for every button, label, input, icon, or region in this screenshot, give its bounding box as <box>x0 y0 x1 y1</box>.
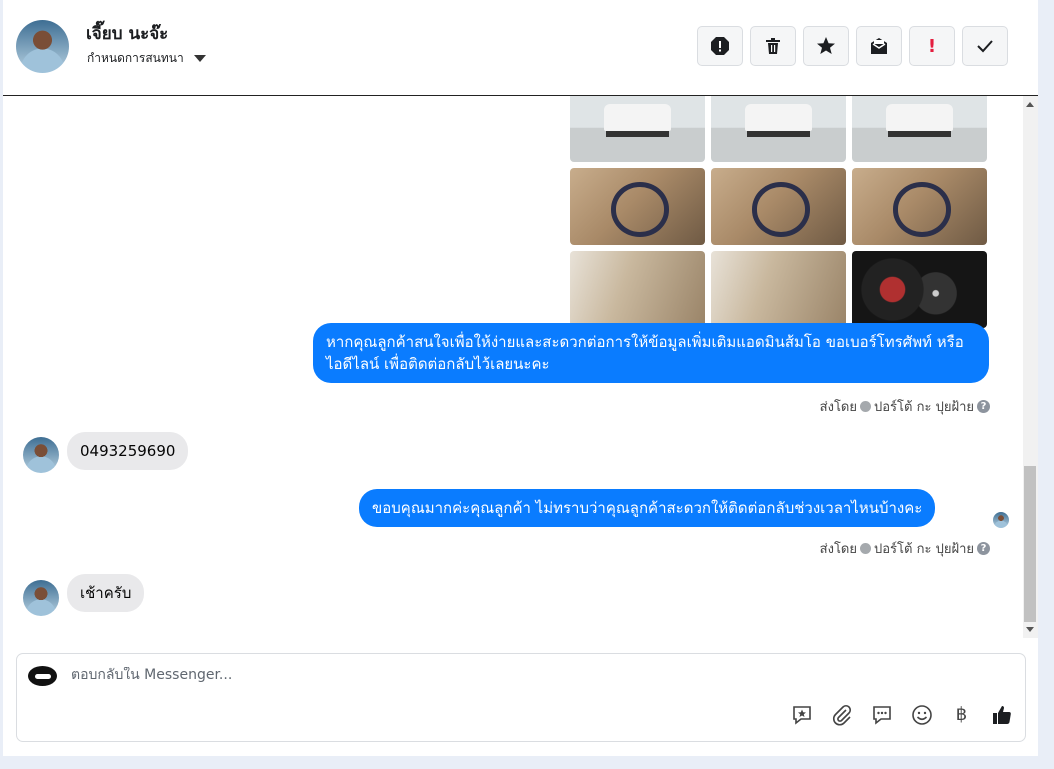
attach-file-button[interactable] <box>830 703 853 726</box>
baht-icon: ฿ <box>955 704 968 725</box>
thumbs-up-icon <box>992 705 1011 724</box>
outgoing-message[interactable]: หากคุณลูกค้าสนใจเพื่อให้ง่ายและสะดวกต่อก… <box>313 323 989 383</box>
payment-button[interactable]: ฿ <box>950 703 973 726</box>
sent-by-meta: ส่งโดย ปอร์โต้ กะ ปุยฝ้าย ? <box>820 396 990 417</box>
contact-avatar <box>23 580 59 616</box>
chat-bubble-icon <box>872 705 891 725</box>
seen-avatar <box>993 512 1009 528</box>
spam-icon <box>711 37 729 55</box>
chat-star-icon <box>792 705 811 725</box>
assign-conversation-dropdown[interactable]: กำหนดการสนทนา <box>87 49 206 68</box>
caret-down-icon <box>193 55 206 62</box>
car-photo[interactable] <box>570 251 705 328</box>
mark-done-button[interactable] <box>962 26 1008 66</box>
contact-name[interactable]: เจี๊ยบ นะจ๊ะ <box>86 20 168 47</box>
help-icon[interactable]: ? <box>977 400 990 413</box>
contact-avatar <box>23 437 59 473</box>
emoji-button[interactable] <box>910 703 933 726</box>
scroll-thumb[interactable] <box>1024 466 1036 622</box>
car-photo[interactable] <box>852 96 987 162</box>
reply-input[interactable] <box>71 667 971 683</box>
sender-dot-icon <box>860 401 871 412</box>
sent-by-label: ส่งโดย <box>819 400 857 415</box>
scroll-up-icon[interactable] <box>1026 102 1034 107</box>
message-list[interactable]: หากคุณลูกค้าสนใจเพื่อให้ง่ายและสะดวกต่อก… <box>3 96 1023 638</box>
follow-up-button[interactable]: ! <box>909 26 955 66</box>
message-scrollbar[interactable] <box>1023 96 1038 638</box>
sender-name: ปอร์โต้ กะ ปุยฝ้าย <box>874 542 974 557</box>
sender-name: ปอร์โต้ กะ ปุยฝ้าย <box>874 400 974 415</box>
conversation-panel: เจี๊ยบ นะจ๊ะ กำหนดการสนทนา ! หากคุณลูกค้… <box>3 0 1038 756</box>
conversation-header: เจี๊ยบ นะจ๊ะ กำหนดการสนทนา ! <box>3 0 1038 96</box>
assign-label: กำหนดการสนทนา <box>87 51 184 65</box>
sent-by-meta: ส่งโดย ปอร์โต้ กะ ปุยฝ้าย ? <box>820 538 990 559</box>
car-photo[interactable] <box>570 96 705 162</box>
incoming-message[interactable]: 0493259690 <box>67 432 189 470</box>
saved-reply-button[interactable] <box>790 703 813 726</box>
done-icon <box>977 40 993 53</box>
sender-dot-icon <box>860 543 871 554</box>
composer-actions: ฿ <box>790 703 1013 726</box>
incoming-message[interactable]: เช้าครับ <box>67 574 145 612</box>
car-photo[interactable] <box>711 168 846 245</box>
car-photo[interactable] <box>852 251 987 328</box>
emoji-icon <box>911 704 932 725</box>
contact-avatar[interactable] <box>16 20 69 73</box>
mark-unread-button[interactable] <box>856 26 902 66</box>
sent-by-label: ส่งโดย <box>819 542 857 557</box>
like-button[interactable] <box>990 703 1013 726</box>
delete-button[interactable] <box>750 26 796 66</box>
reply-composer: ฿ <box>16 653 1026 742</box>
photo-attachment-grid <box>570 96 988 328</box>
scroll-down-icon[interactable] <box>1026 627 1034 632</box>
car-photo[interactable] <box>570 168 705 245</box>
trash-icon <box>766 38 780 54</box>
follow-up-icon: ! <box>927 35 937 57</box>
paperclip-icon <box>832 704 851 725</box>
car-photo[interactable] <box>711 251 846 328</box>
outgoing-message[interactable]: ขอบคุณมากค่ะคุณลูกค้า ไม่ทราบว่าคุณลูกค้… <box>359 489 936 527</box>
page-logo-icon <box>28 666 57 686</box>
mark-spam-button[interactable] <box>697 26 743 66</box>
car-photo[interactable] <box>711 96 846 162</box>
help-icon[interactable]: ? <box>977 542 990 555</box>
header-toolbar: ! <box>697 26 1008 66</box>
star-button[interactable] <box>803 26 849 66</box>
star-icon <box>817 37 835 54</box>
mark-unread-icon <box>871 38 887 54</box>
quick-reply-button[interactable] <box>870 703 893 726</box>
car-photo[interactable] <box>852 168 987 245</box>
